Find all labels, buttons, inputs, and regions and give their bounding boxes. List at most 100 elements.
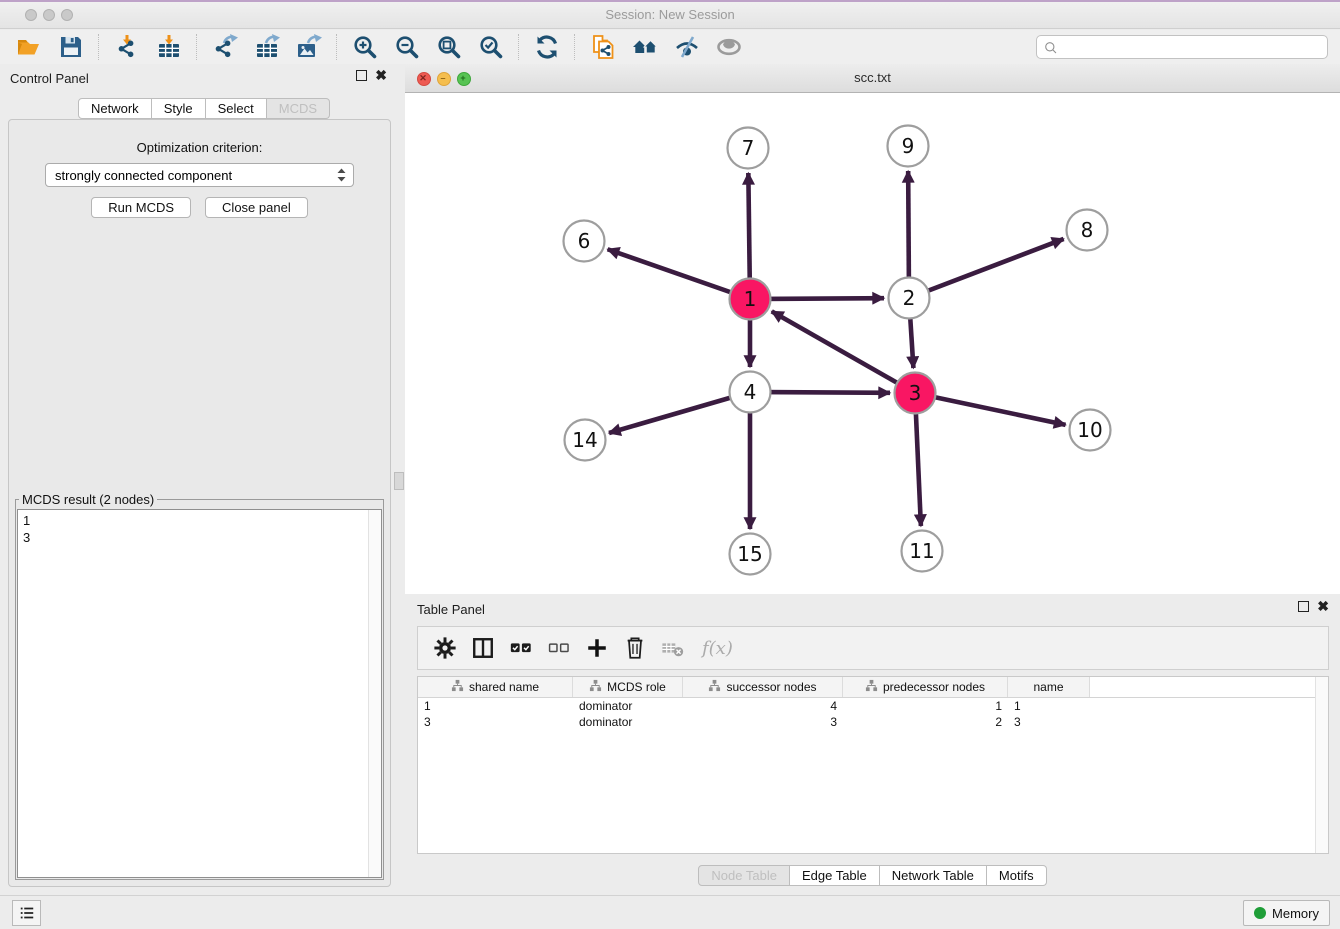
window-titlebar[interactable]: Session: New Session — [0, 2, 1340, 29]
network-minimize-button[interactable]: – — [437, 72, 451, 86]
table-panel-title: Table Panel — [417, 602, 485, 617]
close-window-button[interactable] — [25, 9, 37, 21]
open-folder-icon[interactable] — [15, 33, 43, 61]
export-image-icon[interactable] — [295, 33, 323, 61]
edge-4-14[interactable] — [609, 392, 750, 433]
criterion-select[interactable]: strongly connected component — [45, 163, 354, 187]
unchecked-pair-icon[interactable] — [544, 633, 574, 663]
tab-node-table[interactable]: Node Table — [698, 865, 790, 886]
close-panel-icon[interactable]: ✖ — [375, 70, 387, 81]
network-graph-canvas[interactable]: 7 9 6 8 1 2 4 3 14 10 15 11 — [405, 92, 1340, 594]
cell[interactable]: 3 — [683, 714, 843, 730]
zoom-window-button[interactable] — [61, 9, 73, 21]
node-14[interactable]: 14 — [565, 420, 606, 461]
copy-share-document-icon[interactable] — [589, 33, 617, 61]
table-close-panel-icon[interactable]: ✖ — [1317, 601, 1329, 612]
node-table-scrollbar[interactable] — [1315, 677, 1328, 853]
search-box[interactable] — [1036, 35, 1328, 59]
node-1[interactable]: 1 — [730, 279, 771, 320]
trash-icon[interactable] — [620, 633, 650, 663]
node-7[interactable]: 7 — [728, 128, 769, 169]
export-table-icon[interactable] — [253, 33, 281, 61]
svg-text:6: 6 — [578, 229, 591, 253]
memory-button[interactable]: Memory — [1243, 900, 1330, 926]
import-table-icon[interactable] — [155, 33, 183, 61]
zoom-in-icon[interactable] — [351, 33, 379, 61]
tab-edge-table[interactable]: Edge Table — [790, 865, 880, 886]
cell[interactable]: dominator — [573, 714, 683, 730]
cell[interactable]: 3 — [1008, 714, 1090, 730]
mcds-tab-content: Optimization criterion: strongly connect… — [8, 119, 391, 887]
zoom-fit-icon[interactable] — [435, 33, 463, 61]
run-mcds-button[interactable]: Run MCDS — [91, 197, 191, 218]
close-panel-button[interactable]: Close panel — [205, 197, 308, 218]
edge-3-10[interactable] — [915, 393, 1066, 425]
mcds-result-scrollbar[interactable] — [368, 510, 381, 877]
column-header-shared-name[interactable]: shared name — [418, 677, 573, 697]
column-header-MCDS-role[interactable]: MCDS role — [573, 677, 683, 697]
cell[interactable]: 1 — [418, 698, 573, 714]
tab-motifs[interactable]: Motifs — [987, 865, 1047, 886]
tab-network-table[interactable]: Network Table — [880, 865, 987, 886]
tab-select[interactable]: Select — [206, 98, 267, 119]
zoom-selected-icon[interactable] — [477, 33, 505, 61]
column-header-successor-nodes[interactable]: successor nodes — [683, 677, 843, 697]
hide-eye-icon[interactable] — [673, 33, 701, 61]
network-window-titlebar[interactable]: ✕ – + scc.txt — [405, 64, 1340, 93]
function-builder-button[interactable]: f(x) — [702, 638, 733, 659]
column-header-predecessor-nodes[interactable]: predecessor nodes — [843, 677, 1008, 697]
gear-icon[interactable] — [430, 633, 460, 663]
home-icon[interactable] — [631, 33, 659, 61]
node-3[interactable]: 3 — [895, 373, 936, 414]
task-history-button[interactable] — [12, 900, 41, 926]
tab-mcds[interactable]: MCDS — [267, 98, 330, 119]
table-float-panel-icon[interactable] — [1298, 601, 1309, 612]
edge-2-8[interactable] — [909, 239, 1064, 298]
node-2[interactable]: 2 — [889, 278, 930, 319]
plus-icon[interactable] — [582, 633, 612, 663]
node-10[interactable]: 10 — [1070, 410, 1111, 451]
search-input[interactable] — [1062, 37, 1327, 57]
table-row[interactable]: 3dominator323 — [418, 714, 1328, 730]
node-15[interactable]: 15 — [730, 534, 771, 575]
minimize-window-button[interactable] — [43, 9, 55, 21]
edge-3-1[interactable] — [772, 311, 915, 393]
status-bar: Memory — [0, 895, 1340, 929]
cell[interactable]: 1 — [843, 698, 1008, 714]
float-panel-icon[interactable] — [356, 70, 367, 81]
toolbar-separator — [336, 34, 338, 60]
column-header-name[interactable]: name — [1008, 677, 1090, 697]
gray-eye-icon[interactable] — [715, 33, 743, 61]
node-6[interactable]: 6 — [564, 221, 605, 262]
cell[interactable]: 4 — [683, 698, 843, 714]
cell[interactable]: 1 — [1008, 698, 1090, 714]
svg-text:3: 3 — [909, 381, 922, 405]
cell[interactable]: 2 — [843, 714, 1008, 730]
memory-status-icon — [1254, 907, 1266, 919]
columns-icon[interactable] — [468, 633, 498, 663]
tab-network[interactable]: Network — [78, 98, 152, 119]
zoom-out-icon[interactable] — [393, 33, 421, 61]
save-icon[interactable] — [57, 33, 85, 61]
network-close-button[interactable]: ✕ — [417, 72, 431, 86]
cell[interactable]: dominator — [573, 698, 683, 714]
export-network-icon[interactable] — [211, 33, 239, 61]
node-4[interactable]: 4 — [730, 372, 771, 413]
delete-table-disabled-icon[interactable] — [658, 633, 688, 663]
control-panel-tabs: NetworkStyleSelectMCDS — [78, 98, 330, 119]
import-network-icon[interactable] — [113, 33, 141, 61]
refresh-icon[interactable] — [533, 33, 561, 61]
node-8[interactable]: 8 — [1067, 210, 1108, 251]
mcds-result-list[interactable]: 1 3 — [17, 509, 382, 878]
checked-pair-icon[interactable] — [506, 633, 536, 663]
edge-1-6[interactable] — [608, 249, 750, 299]
svg-text:11: 11 — [909, 539, 934, 563]
node-11[interactable]: 11 — [902, 531, 943, 572]
cell[interactable]: 3 — [418, 714, 573, 730]
divider-handle[interactable] — [394, 472, 404, 490]
table-row[interactable]: 1dominator411 — [418, 698, 1328, 714]
tab-style[interactable]: Style — [152, 98, 206, 119]
tree-icon — [865, 679, 878, 695]
node-9[interactable]: 9 — [888, 126, 929, 167]
network-maximize-button[interactable]: + — [457, 72, 471, 86]
